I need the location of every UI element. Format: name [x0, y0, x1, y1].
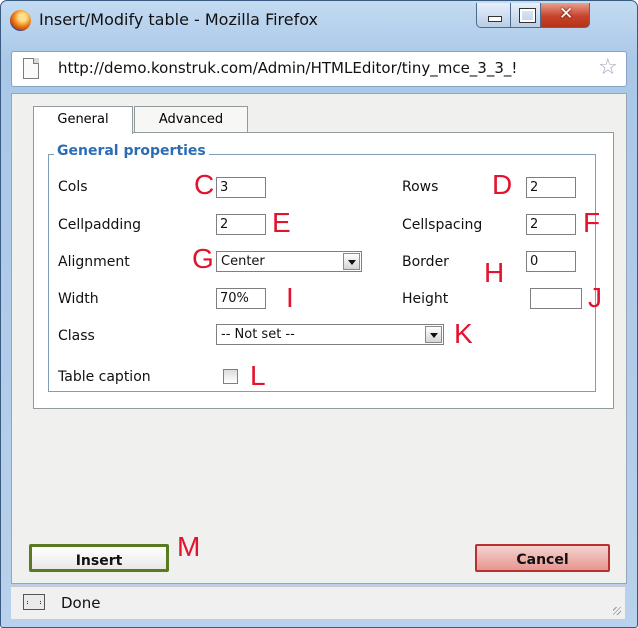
chevron-down-icon[interactable] [343, 253, 360, 270]
status-icon [23, 594, 45, 610]
status-bar: Done [11, 586, 625, 619]
cols-input[interactable]: 3 [216, 177, 266, 198]
annotation-l: L [250, 360, 266, 391]
annotation-k: K [454, 318, 473, 349]
rows-label: Rows [402, 179, 439, 195]
annotation-c: C [194, 169, 215, 200]
annotation-g: G [192, 243, 214, 274]
height-input[interactable] [530, 288, 582, 309]
cellpadding-input[interactable]: 2 [216, 214, 266, 235]
page-icon [23, 58, 39, 79]
table-caption-checkbox[interactable] [223, 369, 238, 384]
status-text: Done [61, 594, 101, 612]
annotation-e: E [272, 207, 291, 238]
dialog-content: General Advanced General properties Cols… [11, 93, 627, 584]
class-label: Class [58, 328, 95, 344]
cellspacing-label: Cellspacing [402, 217, 483, 233]
annotation-m: M [177, 531, 201, 562]
general-panel: General properties Cols C 3 Rows D 2 Cel… [33, 132, 614, 409]
minimize-icon [488, 16, 502, 22]
annotation-f: F [583, 207, 601, 238]
alignment-value: Center [221, 254, 265, 269]
rows-input[interactable]: 2 [526, 177, 576, 198]
title-bar[interactable]: Insert/Modify table - Mozilla Firefox ✕ [1, 1, 637, 45]
width-label: Width [58, 291, 99, 307]
general-properties-legend: General properties [54, 143, 209, 159]
alignment-label: Alignment [58, 254, 130, 270]
annotation-h: H [484, 257, 505, 288]
tab-advanced[interactable]: Advanced [134, 106, 248, 133]
maximize-icon [519, 8, 536, 23]
border-label: Border [402, 254, 449, 270]
border-input[interactable]: 0 [526, 251, 576, 272]
tab-general-label: General [57, 112, 109, 127]
width-input[interactable]: 70% [216, 288, 266, 309]
class-value: -- Not set -- [221, 327, 295, 342]
cols-label: Cols [58, 179, 88, 195]
close-icon: ✕ [559, 4, 574, 24]
window-title: Insert/Modify table - Mozilla Firefox [39, 10, 319, 29]
bookmark-star-icon[interactable]: ☆ [598, 55, 618, 80]
class-select[interactable]: -- Not set -- [216, 324, 444, 345]
annotation-d: D [492, 169, 513, 200]
minimize-button[interactable] [476, 3, 512, 28]
annotation-j: J [588, 282, 602, 313]
alignment-select[interactable]: Center [216, 251, 362, 272]
tab-advanced-label: Advanced [158, 112, 224, 127]
maximize-button[interactable] [510, 3, 542, 28]
cellspacing-input[interactable]: 2 [526, 214, 576, 235]
insert-button[interactable]: Insert [29, 544, 169, 572]
cancel-button[interactable]: Cancel [475, 544, 610, 572]
firefox-logo-icon [10, 10, 31, 31]
firefox-window: Insert/Modify table - Mozilla Firefox ✕ … [0, 0, 638, 628]
height-label: Height [402, 291, 449, 307]
resize-grip-icon[interactable] [613, 607, 621, 615]
general-properties-fieldset [48, 154, 596, 392]
chevron-down-icon[interactable] [425, 326, 442, 343]
cellpadding-label: Cellpadding [58, 217, 142, 233]
url-text[interactable]: http://demo.konstruk.com/Admin/HTMLEdito… [58, 59, 517, 77]
table-caption-label: Table caption [58, 369, 151, 385]
close-button[interactable]: ✕ [540, 3, 590, 28]
address-bar[interactable]: http://demo.konstruk.com/Admin/HTMLEdito… [11, 51, 627, 87]
annotation-i: I [286, 282, 294, 313]
tab-general[interactable]: General [33, 106, 133, 134]
